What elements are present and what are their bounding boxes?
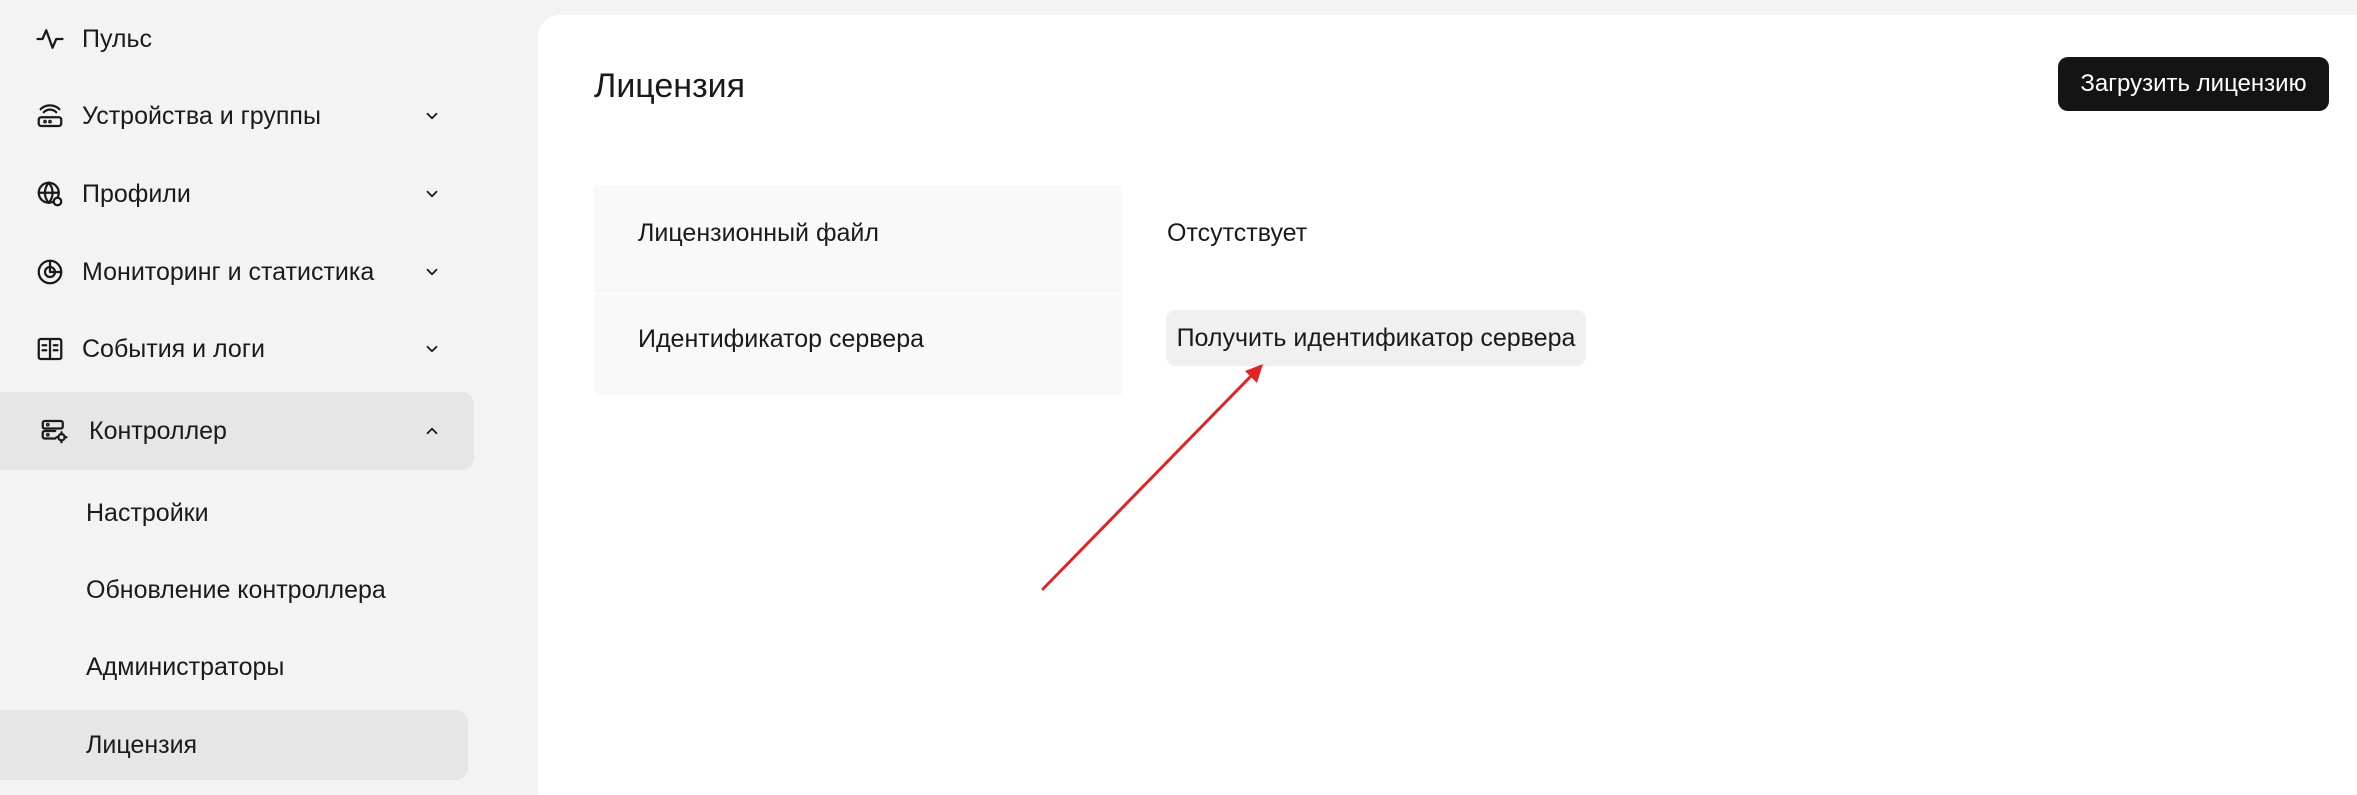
sidebar-item-label: Контроллер (89, 416, 227, 445)
sidebar-subitem-label: Администраторы (86, 652, 285, 681)
sidebar-subitem-administrators[interactable]: Администраторы (0, 632, 468, 702)
pie-chart-icon (34, 256, 66, 288)
main-panel: Лицензия Загрузить лицензию Лицензионный… (538, 15, 2357, 795)
sidebar-item-label: Профили (82, 179, 191, 208)
sidebar-subitem-settings[interactable]: Настройки (0, 478, 468, 548)
sidebar-item-label: Устройства и группы (82, 101, 321, 130)
sidebar-subitem-license[interactable]: Лицензия (0, 710, 468, 780)
sidebar-item-controller[interactable]: Контроллер (0, 392, 474, 470)
page-title: Лицензия (594, 67, 746, 105)
row-divider (594, 290, 1122, 291)
get-server-id-button[interactable]: Получить идентификатор сервера (1166, 310, 1586, 366)
sidebar-item-label: Пульс (82, 24, 153, 53)
chevron-down-icon[interactable] (420, 260, 444, 284)
sidebar-item-pulse[interactable]: Пульс (0, 0, 474, 78)
sidebar-subitem-controller-update[interactable]: Обновление контроллера (0, 555, 468, 625)
sidebar-item-label: События и логи (82, 334, 265, 363)
upload-license-button[interactable]: Загрузить лицензию (2058, 57, 2329, 111)
server-settings-icon (38, 415, 70, 447)
pulse-icon (34, 23, 66, 55)
sidebar-item-events[interactable]: События и логи (0, 310, 474, 388)
sidebar-subitem-label: Настройки (86, 498, 209, 527)
book-icon (34, 333, 66, 365)
sidebar-item-label: Мониторинг и статистика (82, 257, 375, 286)
sidebar-item-monitoring[interactable]: Мониторинг и статистика (0, 233, 474, 311)
chevron-down-icon[interactable] (420, 104, 444, 128)
chevron-up-icon[interactable] (420, 419, 444, 443)
sidebar-item-devices[interactable]: Устройства и группы (0, 77, 474, 155)
sidebar-item-profiles[interactable]: Профили (0, 155, 474, 233)
sidebar: Пульс Устройства и группы Профили Монито… (0, 0, 540, 780)
chevron-down-icon[interactable] (420, 182, 444, 206)
router-icon (34, 100, 66, 132)
globe-settings-icon (34, 178, 66, 210)
sidebar-subitem-label: Лицензия (86, 730, 198, 759)
chevron-down-icon[interactable] (420, 337, 444, 361)
server-id-label: Идентификатор сервера (638, 325, 924, 353)
license-file-label: Лицензионный файл (638, 219, 879, 247)
sidebar-subitem-label: Обновление контроллера (86, 575, 386, 604)
license-file-value: Отсутствует (1167, 219, 1308, 247)
